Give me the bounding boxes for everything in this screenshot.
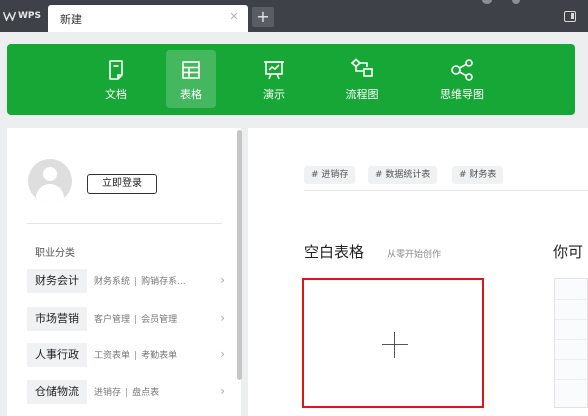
tags-divider — [304, 190, 588, 191]
chevron-right-icon[interactable]: › — [220, 311, 225, 325]
category-row: 市场营销 客户管理 | 会员管理 › — [27, 307, 227, 331]
menu-icon[interactable] — [512, 0, 520, 4]
toolbar-label: 演示 — [263, 88, 285, 101]
user-status-icon[interactable] — [482, 0, 492, 4]
category-link[interactable]: 客户管理 — [94, 315, 130, 325]
divider — [27, 223, 222, 224]
template-area: # 进销存 # 数据统计表 # 财务表 空白表格 从零开始创作 你可 — [248, 128, 588, 416]
preview-line — [555, 299, 587, 300]
toolbar-label: 流程图 — [345, 88, 379, 101]
chevron-right-icon[interactable]: › — [220, 384, 225, 398]
category-link[interactable]: 财务系统 — [94, 277, 130, 287]
category-links: 进销存 | 盘点表 — [94, 385, 159, 398]
category-name[interactable]: 市场营销 — [27, 307, 87, 331]
toolbar-item-flowchart[interactable]: 流程图 — [335, 50, 389, 108]
toolbar-item-spreadsheet[interactable]: 表格 — [166, 50, 216, 108]
close-icon[interactable]: ✕ — [228, 11, 240, 23]
link-separator: | — [134, 351, 138, 361]
category-link[interactable]: 考勤表单 — [141, 351, 177, 361]
blank-spreadsheet-subtitle: 从零开始创作 — [387, 250, 442, 260]
category-row: 财务会计 财务系统 | 购销存系... › — [27, 269, 227, 293]
avatar-body — [36, 184, 64, 203]
blank-spreadsheet-title: 空白表格 — [304, 243, 365, 261]
category-name[interactable]: 人事行政 — [27, 343, 87, 367]
category-links: 客户管理 | 会员管理 — [94, 312, 177, 325]
flowchart-icon — [350, 58, 373, 77]
category-link[interactable]: 购销存系... — [141, 277, 186, 287]
category-row: 仓储物流 进销存 | 盘点表 › — [27, 380, 227, 404]
tag-finance[interactable]: # 财务表 — [452, 166, 504, 184]
toolbar-label: 文档 — [105, 88, 127, 101]
left-panel-scrollbar[interactable] — [237, 130, 242, 380]
app-type-toolbar: 文档 表格 演示 流程图 思维导图 — [7, 44, 575, 115]
category-section-title: 职业分类 — [35, 248, 75, 259]
link-separator: | — [125, 388, 129, 398]
logo-text: WPS — [17, 11, 41, 21]
mindmap-icon — [451, 59, 473, 81]
plus-icon-vertical — [394, 332, 395, 358]
category-name[interactable]: 仓储物流 — [27, 380, 87, 404]
chevron-right-icon[interactable]: › — [220, 273, 225, 287]
link-separator: | — [134, 315, 138, 325]
preview-line — [555, 359, 587, 360]
plus-icon — [382, 344, 408, 345]
category-name[interactable]: 财务会计 — [27, 269, 87, 293]
toolbar-item-presentation[interactable]: 演示 — [249, 50, 299, 108]
preview-line — [555, 339, 587, 340]
toolbar-item-document[interactable]: 文档 — [91, 50, 141, 108]
toolbar-label: 表格 — [180, 88, 202, 101]
category-links: 工资表单 | 考勤表单 — [94, 348, 177, 361]
tag-inventory[interactable]: # 进销存 — [304, 166, 356, 184]
new-tab-button[interactable]: + — [252, 7, 274, 27]
wps-logo-icon — [2, 11, 16, 21]
category-row: 人事行政 工资表单 | 考勤表单 › — [27, 343, 227, 367]
tab-new[interactable]: 新建 ✕ — [48, 5, 248, 32]
category-links: 财务系统 | 购销存系... — [94, 274, 186, 287]
toolbar-label: 思维导图 — [440, 88, 484, 101]
new-blank-spreadsheet-card[interactable] — [302, 278, 484, 408]
template-preview-card[interactable] — [554, 278, 588, 408]
login-button[interactable]: 立即登录 — [87, 174, 157, 194]
chevron-right-icon[interactable]: › — [220, 347, 225, 361]
category-link[interactable]: 进销存 — [94, 388, 121, 398]
avatar-head — [43, 167, 57, 181]
title-bar: WPS 新建 ✕ + — [0, 0, 588, 32]
category-link[interactable]: 盘点表 — [132, 388, 159, 398]
preview-line — [555, 319, 587, 320]
left-panel: 立即登录 职业分类 财务会计 财务系统 | 购销存系... › 市场营销 客户管理 |… — [7, 128, 241, 416]
category-link[interactable]: 会员管理 — [141, 315, 177, 325]
category-link[interactable]: 工资表单 — [94, 351, 130, 361]
toolbar-item-mindmap[interactable]: 思维导图 — [432, 50, 492, 108]
document-icon — [109, 60, 123, 80]
preview-line — [555, 379, 587, 380]
window-layout-icon[interactable] — [564, 11, 576, 22]
tag-statistics[interactable]: # 数据统计表 — [368, 166, 438, 184]
presentation-icon — [264, 61, 284, 80]
link-separator: | — [134, 277, 138, 287]
tab-label: 新建 — [60, 13, 82, 26]
avatar[interactable] — [28, 159, 72, 203]
table-icon — [182, 61, 200, 79]
recommended-section-title: 你可 — [553, 243, 584, 261]
wps-logo[interactable]: WPS — [0, 0, 44, 32]
